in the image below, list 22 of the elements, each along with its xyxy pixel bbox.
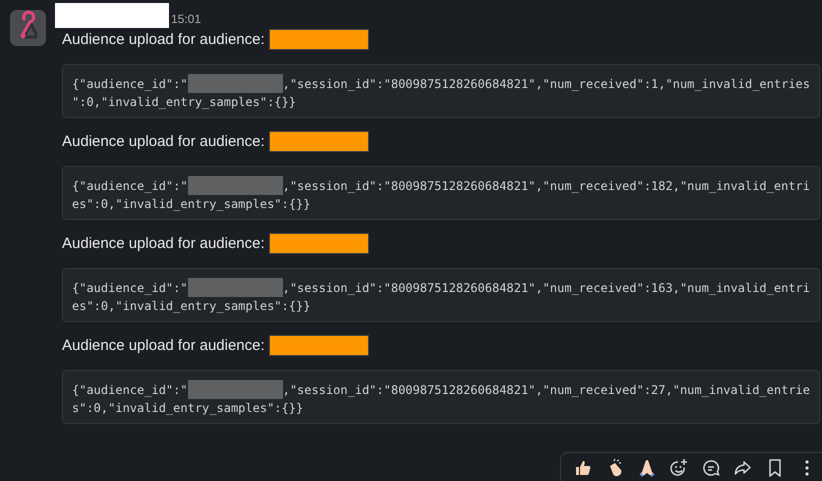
code-text: ,"session_id":"8009875128260684821","num_received":163,"num_invalid_entri	[282, 280, 810, 296]
code-text: {"audience_id":"	[72, 382, 188, 398]
message-text: Audience upload for audience:	[62, 234, 265, 252]
code-text: ,"session_id":"8009875128260684821","num_received":182,"num_invalid_entri	[282, 178, 810, 194]
message-text: Audience upload for audience:	[62, 336, 265, 354]
code-text: ,"session_id":"8009875128260684821","num_received":27,"num_invalid_entrie	[282, 382, 810, 398]
praying-hands-icon[interactable]	[637, 458, 657, 478]
code-text: s":0,"invalid_entry_samples":{}}	[72, 400, 304, 417]
code-text: {"audience_id":"	[72, 178, 188, 194]
code-text: {"audience_id":"	[72, 280, 188, 296]
timestamp[interactable]: 15:01	[171, 12, 202, 28]
code-text: {"audience_id":"	[72, 76, 188, 92]
code-text: es":0,"invalid_entry_samples":{}}	[72, 196, 310, 213]
code-text: ,"session_id":"8009875128260684821","num_received":1,"num_invalid_entries	[282, 76, 810, 92]
code-text: es":0,"invalid_entry_samples":{}}	[72, 298, 310, 315]
message-text: Audience upload for audience:	[62, 30, 265, 48]
message-text: Audience upload for audience:	[62, 132, 265, 150]
comment-icon[interactable]	[701, 458, 721, 478]
code-text: ":0,"invalid_entry_samples":{}}	[72, 94, 296, 111]
thumbs-up-icon[interactable]	[573, 458, 593, 478]
add-reaction-icon[interactable]	[669, 458, 689, 478]
app-avatar-icon[interactable]	[10, 10, 46, 46]
